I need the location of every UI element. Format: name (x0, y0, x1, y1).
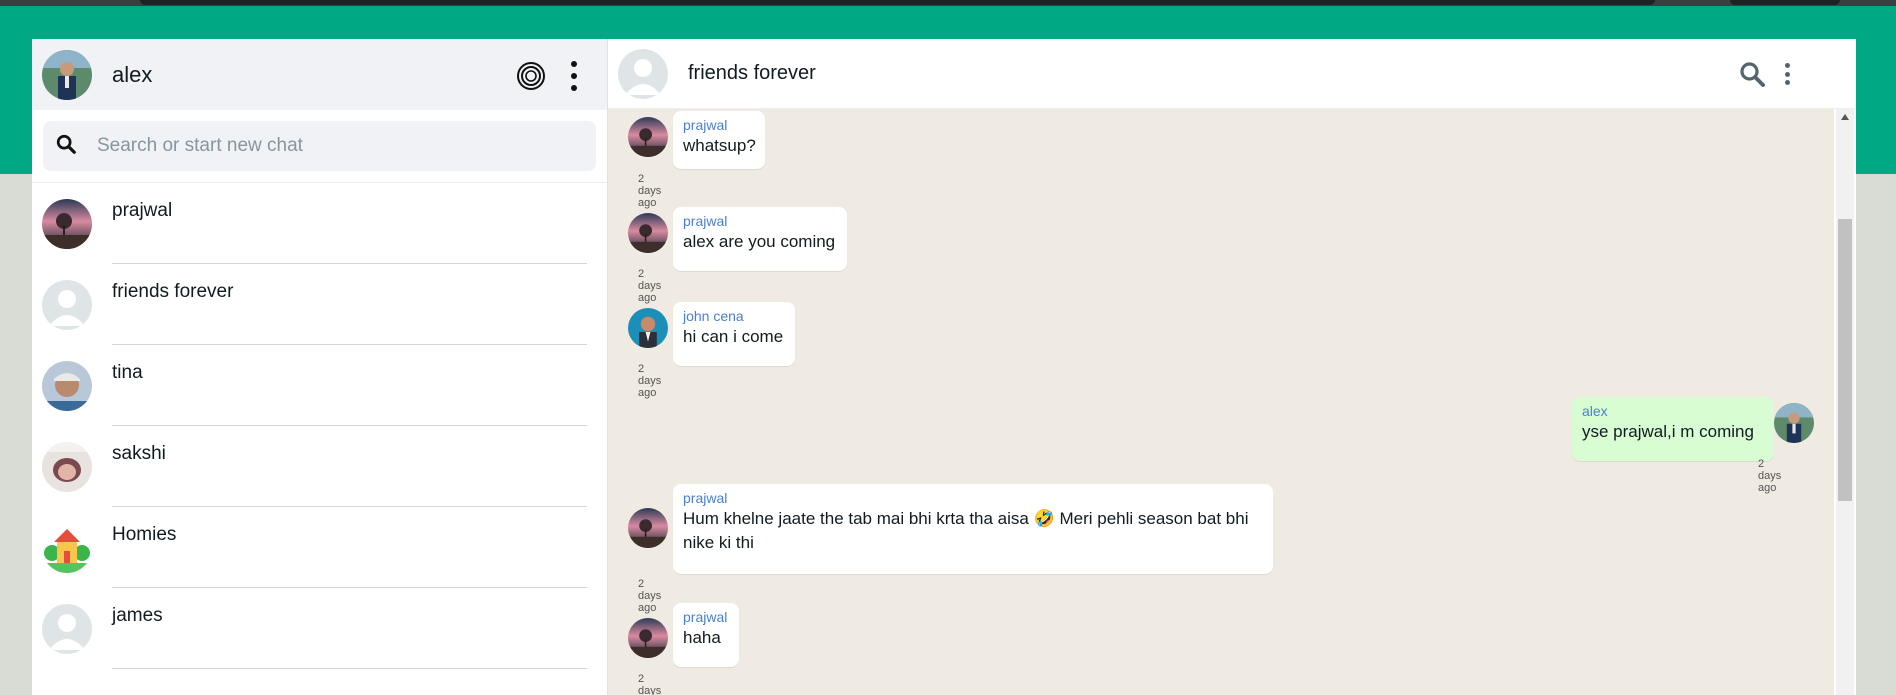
chat-item-name: friends forever (112, 281, 234, 302)
message-time: 2 days ago (638, 363, 662, 399)
search-bar (32, 110, 607, 183)
conversation-menu-icon[interactable] (1783, 63, 1791, 85)
user-name: alex (112, 61, 153, 87)
sender-name: prajwal (683, 117, 728, 133)
sender-avatar (628, 508, 668, 548)
sender-avatar (1774, 403, 1814, 443)
scroll-up-arrow-icon[interactable] (1841, 114, 1849, 120)
chat-item-name: james (112, 605, 163, 626)
message-bubble: prajwal whatsup? (673, 111, 765, 169)
avatar (42, 280, 92, 330)
search-input[interactable] (95, 134, 569, 158)
chat-item-tina[interactable]: tina (32, 345, 607, 426)
conversation-header: friends forever (608, 39, 1856, 109)
sender-name: prajwal (683, 213, 728, 229)
message-bubble: john cena hi can i come (673, 302, 795, 366)
message-text: Hum khelne jaate the tab mai bhi krta th… (683, 509, 1249, 552)
conversation-panel: friends forever prajwal whatsup? 2 days … (608, 39, 1856, 695)
message-time: 2 days ago (638, 578, 662, 614)
sender-name: john cena (683, 308, 744, 324)
message-bubble: alex yse prajwal,i m coming (1572, 397, 1774, 461)
message-bubble: prajwal haha (673, 603, 739, 667)
avatar (42, 361, 92, 411)
sender-avatar (628, 117, 668, 157)
chat-item-name: prajwal (112, 200, 173, 221)
avatar (42, 199, 92, 249)
avatar (42, 442, 92, 492)
message-text: yse prajwal,i m coming (1582, 422, 1754, 441)
browser-control (1730, 0, 1840, 5)
sender-avatar (628, 213, 668, 253)
chat-item-name: Homies (112, 524, 177, 545)
chat-item-name: tina (112, 362, 143, 383)
chat-item-friends-forever[interactable]: friends forever (32, 264, 607, 345)
sender-name: alex (1582, 403, 1608, 419)
search-box (43, 121, 596, 171)
group-avatar[interactable] (618, 49, 668, 99)
sidebar: alex Search or start new chat prajwal fr… (32, 39, 608, 695)
message-bubble: prajwal alex are you coming (673, 207, 847, 271)
conversation-title: friends forever (688, 62, 816, 84)
user-avatar[interactable] (42, 50, 92, 100)
search-icon[interactable] (1738, 60, 1766, 88)
avatar (42, 604, 92, 654)
chat-item-name: sakshi (112, 443, 166, 464)
sender-name: prajwal (683, 490, 728, 506)
message-time: 2 days ago (638, 173, 662, 209)
scroll-thumb[interactable] (1838, 219, 1852, 501)
sender-avatar (628, 308, 668, 348)
chat-list: prajwal friends forever tina sakshi Homi (32, 183, 607, 695)
chat-item-james[interactable]: james (32, 588, 607, 669)
browser-address-bar (140, 0, 1655, 5)
message-text: hi can i come (683, 327, 784, 346)
chat-app: alex Search or start new chat prajwal fr… (32, 39, 1856, 695)
message-scrollbar[interactable] (1836, 109, 1854, 695)
sender-name: prajwal (683, 609, 728, 625)
divider (112, 668, 587, 669)
search-icon (55, 133, 77, 160)
avatar (42, 523, 92, 573)
message-text: whatsup? (683, 136, 756, 155)
status-ring-icon[interactable] (516, 61, 546, 91)
message-time: 2 days ago (638, 673, 662, 695)
message-time: 2 days ago (638, 268, 662, 304)
message-text: alex are you coming (683, 232, 836, 251)
chat-item-sakshi[interactable]: sakshi (32, 426, 607, 507)
sidebar-menu-icon[interactable] (568, 61, 580, 91)
message-time: 2 days ago (1758, 458, 1782, 494)
message-text: haha (683, 628, 721, 647)
sender-avatar (628, 618, 668, 658)
message-list: prajwal whatsup? 2 days ago prajwal alex… (608, 109, 1834, 695)
message-bubble: prajwal Hum khelne jaate the tab mai bhi… (673, 484, 1273, 574)
chat-item-homies[interactable]: Homies (32, 507, 607, 588)
chat-item-prajwal[interactable]: prajwal (32, 183, 607, 264)
sidebar-header: alex (32, 39, 607, 110)
